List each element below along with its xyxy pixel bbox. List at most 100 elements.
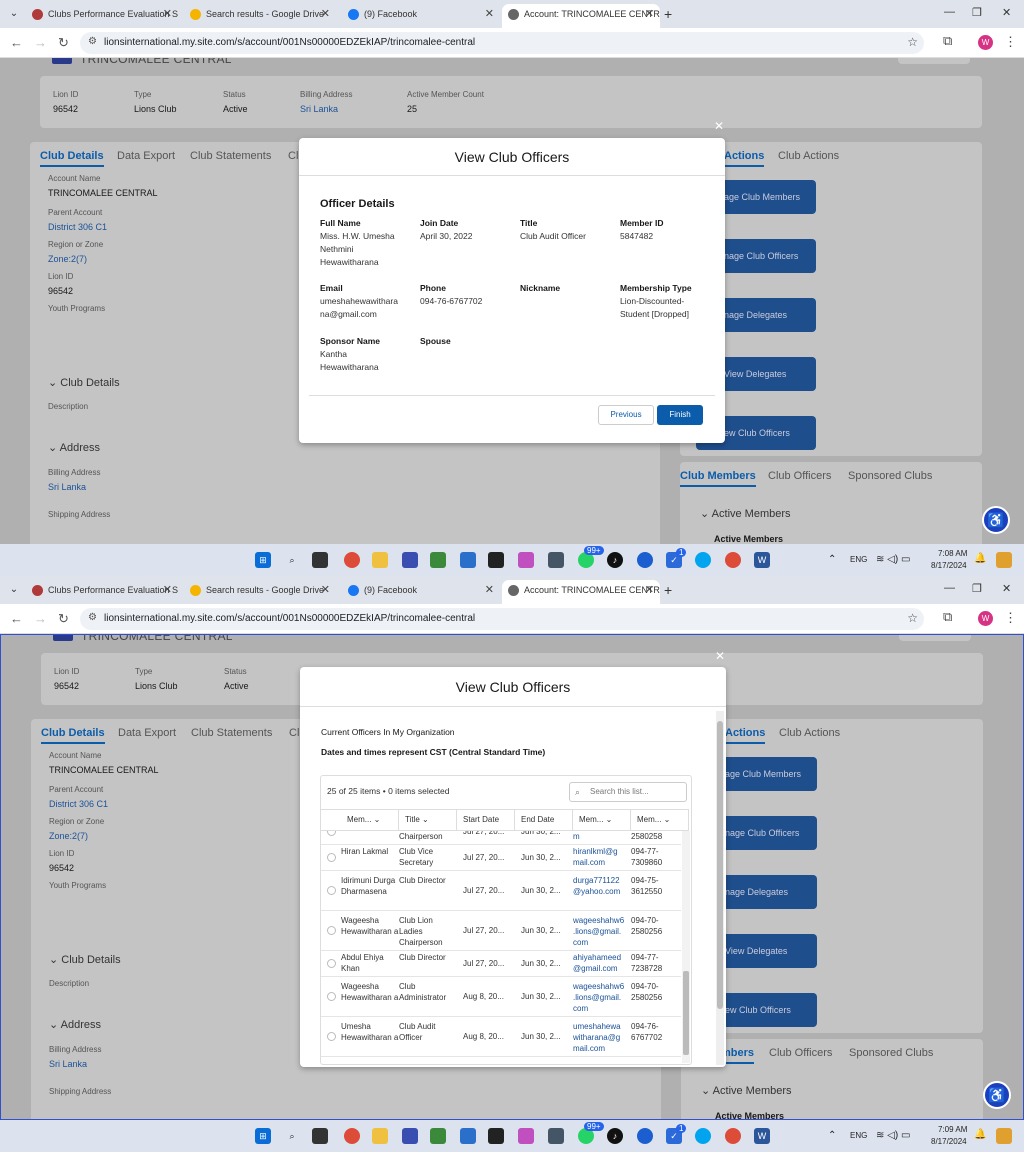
windows-start-icon[interactable]: ⊞ (255, 552, 271, 568)
col-member-name[interactable]: Mem... ⌄ (321, 809, 399, 831)
tiktok-icon[interactable]: ♪ (607, 1128, 623, 1144)
table-row[interactable]: Idirimuni Durga Dharmasena Club Director J… (321, 871, 681, 911)
row-select-radio[interactable] (327, 992, 336, 1001)
tab-club-details[interactable]: Club Details (40, 150, 104, 167)
email-cell[interactable]: wageeshahw6 .lions@gmail. com (573, 915, 631, 948)
tab-search-icon[interactable]: ⌄ (6, 6, 22, 22)
extensions-icon[interactable]: ⧉ (943, 33, 952, 49)
notepad-icon[interactable] (460, 1128, 476, 1144)
notepad-icon[interactable] (460, 552, 476, 568)
section-active-members[interactable]: ⌄ Active Members (700, 507, 791, 520)
table-row[interactable]: Wageesha Hewawitharan a Club Administrato… (321, 977, 681, 1017)
table-row[interactable]: Hewawitharan aLeadership ChairpersonJul … (321, 831, 681, 845)
close-tab-icon[interactable]: ✕ (485, 580, 494, 600)
new-tab-icon[interactable]: + (664, 6, 672, 22)
parent-account-link[interactable]: District 306 C1 (48, 222, 107, 232)
browser-tab-google-drive[interactable]: Search results - Google Drive ✕ (184, 4, 336, 28)
col-title[interactable]: Title ⌄ (399, 809, 457, 831)
table-row[interactable]: Hiran Lakmal Club Vice Secretary Jul 27, 2… (321, 845, 681, 871)
row-select-radio[interactable] (327, 1032, 336, 1041)
windows-start-icon[interactable]: ⊞ (255, 1128, 271, 1144)
table-row[interactable]: Abdul Ehiya Khan Club Director Jul 27, 20.… (321, 951, 681, 977)
previous-button[interactable]: Previous (598, 405, 654, 425)
sticky-notes-icon[interactable] (488, 1128, 504, 1144)
email-cell[interactable]: ana@gmail.co m (573, 831, 631, 842)
tab-data-export[interactable]: Data Export (117, 150, 175, 162)
table-scrollbar[interactable] (682, 831, 690, 1063)
browser-tab-clubs-performance[interactable]: Clubs Performance Evaluation S ✕ (26, 4, 178, 28)
modal-scrollbar[interactable] (716, 711, 724, 1065)
photos-icon[interactable] (430, 1128, 446, 1144)
show-hidden-icons[interactable]: ⌃ (828, 1130, 836, 1141)
tab-club-actions[interactable]: Club Actions (778, 150, 839, 162)
section-address[interactable]: ⌄ Address (49, 1018, 101, 1031)
task-view-icon[interactable] (312, 552, 328, 568)
tab-club-officers[interactable]: Club Officers (769, 1047, 832, 1059)
browser-tab-facebook[interactable]: (9) Facebook ✕ (342, 580, 500, 604)
close-tab-icon[interactable]: ✕ (163, 4, 172, 24)
browser-menu-icon[interactable]: ⋮ (1004, 610, 1017, 626)
email-cell[interactable]: ahiyahameed @gmail.com (573, 952, 631, 974)
email-cell[interactable]: durga771122 @yahoo.com (573, 875, 631, 897)
modal-scroll-thumb[interactable] (717, 721, 723, 1009)
tab-more[interactable]: Cl (288, 150, 298, 162)
tab-search-icon[interactable]: ⌄ (6, 582, 22, 598)
close-tab-icon[interactable]: ✕ (321, 4, 330, 24)
billing-address-link[interactable]: Sri Lanka (49, 1059, 87, 1069)
browser-tab-facebook[interactable]: (9) Facebook ✕ (342, 4, 500, 28)
chrome-profile-icon[interactable] (725, 552, 741, 568)
close-modal-icon[interactable]: ✕ (715, 649, 725, 663)
app2-icon[interactable] (548, 1128, 564, 1144)
section-active-members[interactable]: ⌄ Active Members (701, 1084, 792, 1097)
chrome-icon[interactable] (344, 1128, 360, 1144)
tab-club-details[interactable]: Club Details (41, 727, 105, 744)
table-row[interactable]: Wageesha Hewawitharan a Club Lion Ladies … (321, 911, 681, 951)
billing-link[interactable]: Sri Lanka (300, 104, 338, 114)
row-select-radio[interactable] (327, 926, 336, 935)
reload-icon[interactable]: ↻ (58, 35, 69, 51)
reload-icon[interactable]: ↻ (58, 611, 69, 627)
snipping-tool-icon[interactable] (518, 1128, 534, 1144)
section-club-details[interactable]: ⌄ Club Details (48, 376, 120, 389)
close-window-icon[interactable]: ✕ (1002, 582, 1011, 595)
browser-tab-google-drive[interactable]: Search results - Google Drive ✕ (184, 580, 336, 604)
minimize-icon[interactable]: — (944, 6, 955, 18)
section-address[interactable]: ⌄ Address (48, 441, 100, 454)
bookmark-star-icon[interactable]: ☆ (907, 611, 918, 625)
col-end-date[interactable]: End Date (515, 809, 573, 831)
canva-icon[interactable] (695, 1128, 711, 1144)
copilot-icon[interactable] (996, 1128, 1012, 1144)
zoom-icon[interactable] (637, 552, 653, 568)
parent-account-link[interactable]: District 306 C1 (49, 799, 108, 809)
col-member-email[interactable]: Mem... ⌄ (573, 809, 631, 831)
tab-club-officers[interactable]: Club Officers (768, 470, 831, 482)
email-cell[interactable]: hiranlkml@g mail.com (573, 846, 631, 868)
header-action-button[interactable] (898, 58, 970, 64)
file-explorer-icon[interactable] (372, 1128, 388, 1144)
tab-club-members[interactable]: Club Members (680, 470, 756, 487)
header-action-button[interactable] (899, 635, 971, 641)
show-hidden-icons[interactable]: ⌃ (828, 554, 836, 565)
app2-icon[interactable] (548, 552, 564, 568)
browser-menu-icon[interactable]: ⋮ (1004, 34, 1017, 50)
search-icon[interactable]: ⌕ (284, 1128, 300, 1144)
browser-tab-account[interactable]: Account: TRINCOMALEE CENTR ✕ (502, 4, 660, 28)
bookmark-star-icon[interactable]: ☆ (907, 35, 918, 49)
zoom-icon[interactable] (637, 1128, 653, 1144)
profile-avatar[interactable]: W (978, 611, 993, 626)
word-icon[interactable]: W (754, 1128, 770, 1144)
photos-icon[interactable] (430, 552, 446, 568)
chrome-icon[interactable] (344, 552, 360, 568)
accessibility-icon[interactable]: ♿ (983, 1081, 1011, 1109)
finish-button[interactable]: Finish (657, 405, 703, 425)
tab-sponsored-clubs[interactable]: Sponsored Clubs (849, 1047, 933, 1059)
close-tab-icon[interactable]: ✕ (485, 4, 494, 24)
app-icon[interactable] (402, 1128, 418, 1144)
wifi-volume-battery-icon[interactable]: ≋ ◁) ▭ (876, 1130, 910, 1141)
url-field[interactable]: ⚙ lionsinternational.my.site.com/s/accou… (80, 32, 924, 54)
tab-actions[interactable]: Actions (725, 727, 766, 744)
sticky-notes-icon[interactable] (488, 552, 504, 568)
chrome-profile-icon[interactable] (725, 1128, 741, 1144)
table-scroll-thumb[interactable] (683, 971, 689, 1055)
search-list-input[interactable]: ⌕ Search this list... (569, 782, 687, 802)
